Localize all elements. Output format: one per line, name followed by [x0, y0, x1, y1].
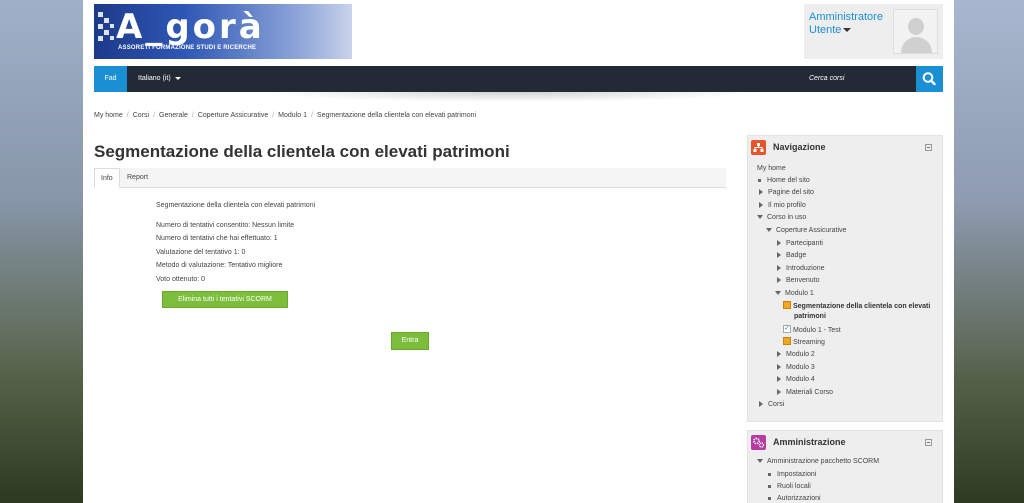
nav-item-courses[interactable]: Corsi: [759, 401, 784, 408]
nav-item-my-home[interactable]: My home: [757, 165, 786, 172]
nav-item-module-test[interactable]: ✓ Modulo 1 - Test: [783, 325, 841, 334]
breadcrumb-item[interactable]: Modulo 1: [278, 112, 307, 119]
navbar-shadow: [263, 92, 763, 102]
grade-obtained: Voto ottenuto: 0: [156, 275, 206, 283]
breadcrumb-item[interactable]: My home: [94, 112, 123, 119]
user-name[interactable]: Amministratore Utente: [809, 11, 894, 37]
nav-item-participants[interactable]: Partecipanti: [777, 240, 823, 247]
nav-item-course-materials[interactable]: Materiali Corso: [777, 389, 833, 396]
cogs-icon: [751, 435, 766, 450]
nav-item-course[interactable]: Coperture Assicurative: [766, 227, 846, 234]
background-left: [0, 0, 83, 503]
grading-method: Metodo di valutazione: Tentativo miglior…: [156, 262, 283, 270]
nav-item-module-1[interactable]: Modulo 1: [775, 290, 814, 297]
page-title: Segmentazione della clientela con elevat…: [94, 142, 510, 161]
nav-item-site-home[interactable]: Home del sito: [758, 177, 810, 184]
bullet-icon: [768, 496, 771, 500]
background-right: [954, 0, 1024, 503]
bullet-icon: [758, 178, 761, 182]
administration-title: Amministrazione: [773, 437, 846, 447]
navigation-title: Navigazione: [773, 142, 826, 152]
expand-icon: [777, 389, 781, 396]
chevron-down-icon: [843, 28, 852, 33]
language-menu[interactable]: Italiano (it): [138, 66, 181, 92]
admin-item-settings[interactable]: Impostazioni: [768, 471, 816, 478]
logo-subtitle: ASSORETI FORMAZIONE STUDI E RICERCHE: [118, 45, 257, 51]
page: A_gorà ASSORETI FORMAZIONE STUDI E RICER…: [83, 0, 954, 503]
user-menu[interactable]: Amministratore Utente: [804, 4, 943, 59]
breadcrumb-item[interactable]: Corsi: [133, 112, 149, 119]
enter-button[interactable]: Entra: [391, 332, 429, 350]
breadcrumb-item[interactable]: Segmentazione della clientela con elevat…: [317, 112, 476, 119]
expand-icon: [759, 202, 763, 209]
navigation-header: Navigazione: [748, 136, 942, 160]
nav-fad-link[interactable]: Fad: [94, 66, 127, 92]
nav-item-current-activity[interactable]: Segmentazione della clientela con elevat…: [783, 301, 930, 310]
expand-icon: [777, 376, 781, 383]
site-logo[interactable]: A_gorà ASSORETI FORMAZIONE STUDI E RICER…: [94, 4, 352, 59]
avatar[interactable]: [893, 9, 938, 54]
quiz-icon: ✓: [783, 325, 791, 333]
tab-bar: Info Report: [94, 168, 726, 188]
search-input[interactable]: Cerca corsi: [809, 66, 844, 92]
collapse-icon: [766, 228, 772, 233]
expand-icon: [777, 277, 781, 284]
scorm-description: Segmentazione della clientela con elevat…: [156, 202, 316, 209]
admin-item-scorm-admin[interactable]: Amministrazione pacchetto SCORM: [757, 458, 879, 465]
collapse-icon[interactable]: [925, 144, 932, 151]
administration-header: Amministrazione: [748, 431, 942, 455]
expand-icon: [759, 401, 763, 408]
scorm-info: Segmentazione della clientela con elevat…: [156, 199, 315, 287]
nav-item-introduction[interactable]: Introduzione: [777, 265, 825, 272]
bullet-icon: [768, 484, 771, 488]
breadcrumb-item[interactable]: Generale: [159, 112, 188, 119]
nav-item-module-2[interactable]: Modulo 2: [777, 351, 815, 358]
tab-info[interactable]: Info: [94, 168, 120, 188]
admin-item-permissions[interactable]: Autorizzazioni: [768, 495, 821, 502]
search-icon: [922, 72, 936, 86]
collapse-icon[interactable]: [925, 439, 932, 446]
search-button[interactable]: [916, 66, 943, 92]
expand-icon: [777, 351, 781, 358]
chevron-down-icon: [174, 76, 181, 80]
navbar: Fad Italiano (it) Cerca corsi: [94, 66, 943, 92]
expand-icon: [777, 364, 781, 371]
nav-item-current-course[interactable]: Corso in uso: [757, 214, 806, 221]
nav-item-module-3[interactable]: Modulo 3: [777, 364, 815, 371]
admin-item-local-roles[interactable]: Ruoli locali: [768, 483, 811, 490]
attempts-made: Numero di tentativi che hai effettuato: …: [156, 235, 278, 243]
administration-block: Amministrazione: [747, 430, 943, 503]
collapse-icon: [775, 291, 781, 296]
collapse-icon: [757, 459, 763, 464]
delete-attempts-button[interactable]: Elimina tutti i tentativi SCORM: [162, 291, 288, 308]
breadcrumb-item[interactable]: Coperture Assicurative: [198, 112, 268, 119]
expand-icon: [777, 240, 781, 247]
breadcrumb: My home / Corsi / Generale / Coperture Assicur…: [94, 112, 477, 119]
attempts-allowed: Numero di tentativi consentito: Nessun l…: [156, 221, 295, 229]
expand-icon: [777, 265, 781, 272]
logo-text: A_gorà: [116, 7, 265, 47]
bullet-icon: [768, 472, 771, 476]
nav-item-module-4[interactable]: Modulo 4: [777, 376, 815, 383]
nav-item-my-profile[interactable]: Il mio profilo: [759, 202, 806, 209]
nav-item-site-pages[interactable]: Pagine del sito: [759, 189, 814, 196]
expand-icon: [777, 252, 781, 259]
nav-item-streaming[interactable]: Streaming: [783, 337, 825, 346]
collapse-icon: [757, 215, 763, 220]
nav-item-badges[interactable]: Badge: [777, 252, 806, 259]
scorm-icon: [783, 337, 791, 345]
sitemap-icon: [751, 140, 766, 155]
expand-icon: [759, 189, 763, 196]
nav-item-welcome[interactable]: Benvenuto: [777, 277, 819, 284]
nav-item-current-activity-continued[interactable]: patrimoni: [794, 313, 826, 320]
scorm-icon: [783, 301, 791, 309]
tab-report[interactable]: Report: [121, 168, 154, 188]
attempt-grade: Valutazione del tentativo 1: 0: [156, 248, 246, 256]
logo-squares-icon: [98, 12, 118, 52]
